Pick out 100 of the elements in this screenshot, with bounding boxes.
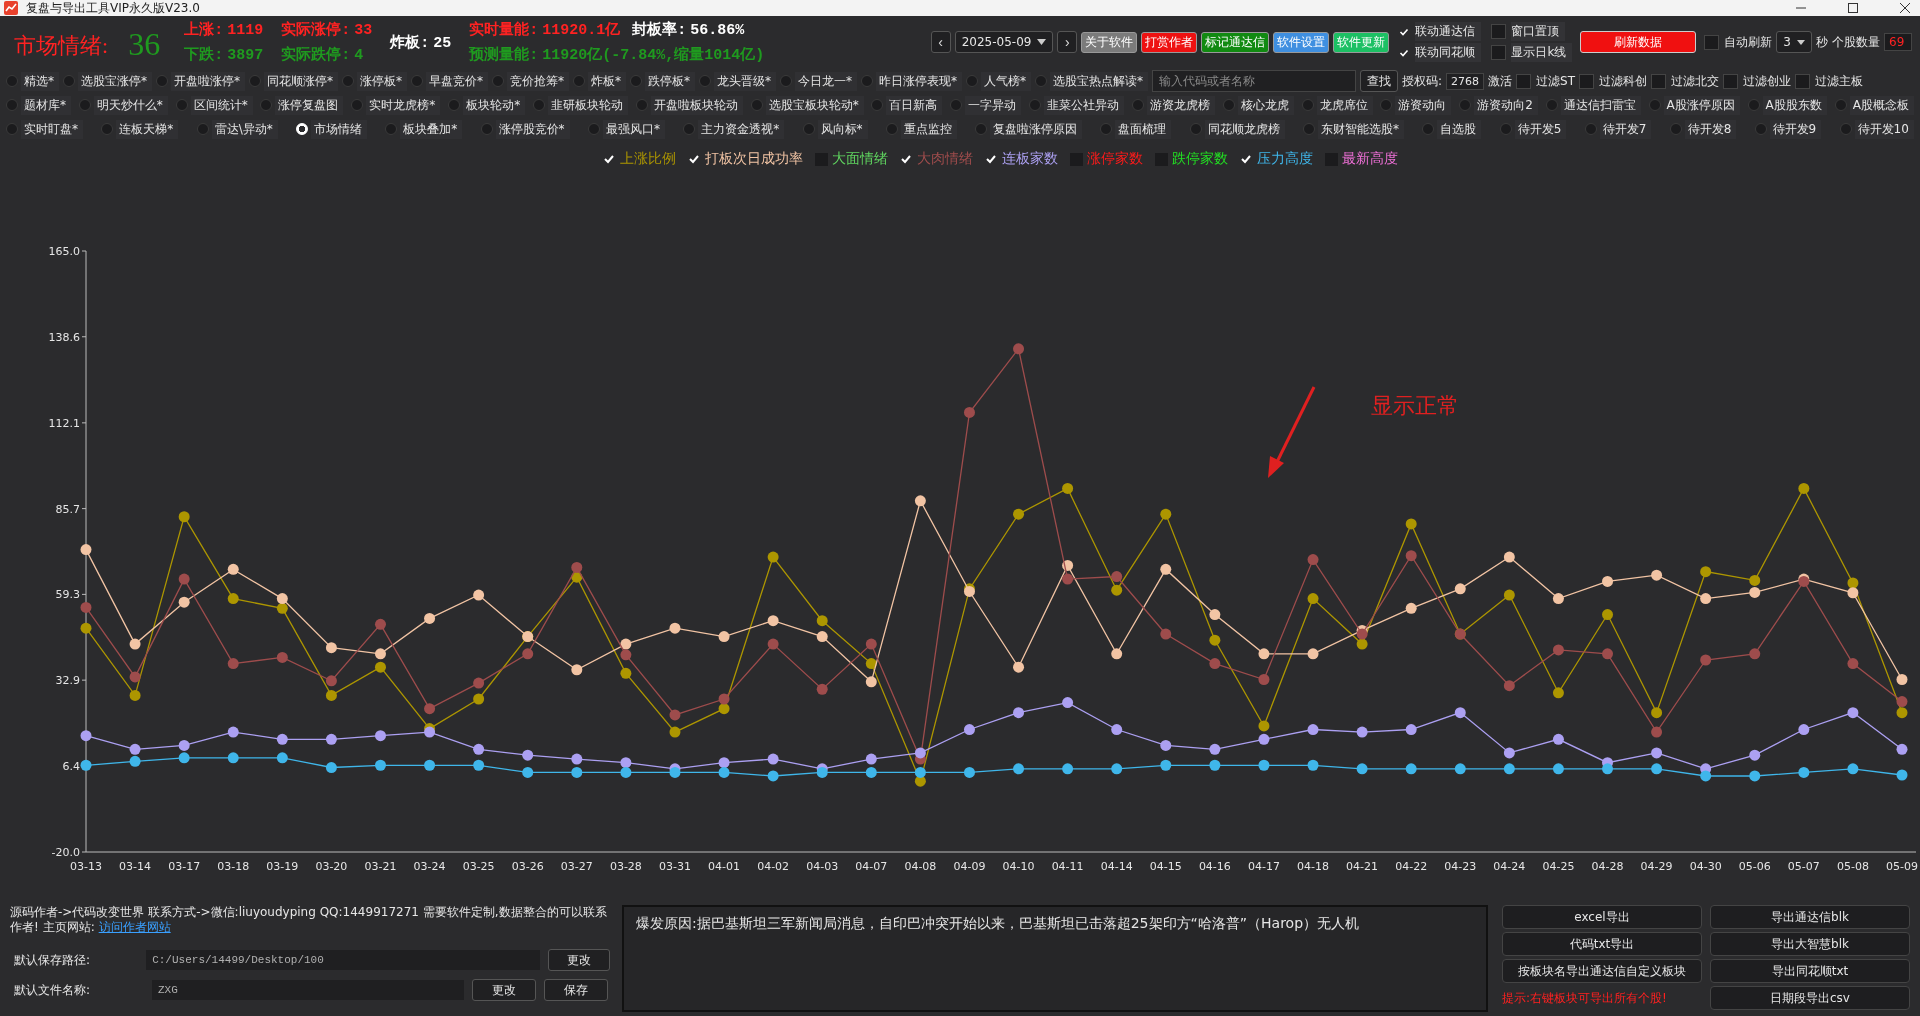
radio-label: 待开发10 bbox=[1854, 119, 1914, 139]
radio-label: 昨日涨停表现* bbox=[876, 71, 962, 91]
stat-label: 封板率: bbox=[632, 22, 687, 39]
axis-label: 59.3 bbox=[55, 588, 80, 602]
radio-label: A股股东数 bbox=[1762, 95, 1827, 115]
stat-label: 实际跌停: bbox=[281, 47, 351, 64]
radio-label: 游资龙虎榜 bbox=[1146, 95, 1215, 115]
radio-label: 开盘啦涨停* bbox=[171, 71, 245, 91]
radio-label: 自选股 bbox=[1437, 119, 1482, 139]
radio-label: 待开发8 bbox=[1684, 119, 1737, 139]
radio-label: 同花顺龙虎榜 bbox=[1204, 119, 1285, 139]
axis-label: 03-28 bbox=[609, 860, 642, 873]
radio-label: 选股宝涨停* bbox=[78, 71, 152, 91]
radio-label: 待开发5 bbox=[1514, 119, 1567, 139]
axis-label: 32.9 bbox=[55, 674, 80, 688]
axis-label: 05-07 bbox=[1787, 860, 1820, 873]
radio-label: 跌停板* bbox=[645, 71, 695, 91]
radio-label: 选股宝板块轮动* bbox=[765, 95, 864, 115]
radio-label: 核心龙虎 bbox=[1237, 95, 1294, 115]
radio-label: A股涨停原因 bbox=[1663, 95, 1740, 115]
radio-label: 早盘竞价* bbox=[426, 71, 488, 91]
radio-label: 盘面梳理 bbox=[1115, 119, 1172, 139]
axis-label: 04-02 bbox=[757, 860, 790, 873]
radio-label: 开盘啦板块轮动 bbox=[650, 95, 743, 115]
radio-label: 同花顺涨停* bbox=[264, 71, 338, 91]
axis-label: 03-17 bbox=[168, 860, 201, 873]
stat-label: 上涨: bbox=[184, 22, 224, 39]
axis-label: 04-22 bbox=[1395, 860, 1428, 873]
checkbox-label: 过滤主板 bbox=[1815, 72, 1863, 90]
radio-label: 龙头晋级* bbox=[714, 71, 776, 91]
radio-label: 游资动向2 bbox=[1474, 95, 1538, 115]
radio-label: 实时龙虎榜* bbox=[366, 95, 441, 115]
radio-label: A股概念板 bbox=[1849, 95, 1914, 115]
radio-label: 东财智能选股* bbox=[1318, 119, 1405, 139]
axis-label: 05-08 bbox=[1836, 860, 1869, 873]
axis-label: 04-10 bbox=[1002, 860, 1035, 873]
stat-value: 1119 bbox=[227, 22, 264, 39]
radio-label: 重点监控 bbox=[900, 119, 957, 139]
axis-label: 04-28 bbox=[1591, 860, 1624, 873]
window-title: 复盘与导出工具VIP永久版V23.0 bbox=[26, 0, 200, 16]
checkbox-label: 显示日k线 bbox=[1511, 43, 1573, 62]
axis-label: 04-14 bbox=[1100, 860, 1133, 873]
radio-label: 炸板* bbox=[588, 71, 626, 91]
legend-label: 跌停家数 bbox=[1171, 150, 1228, 168]
axis-label: 04-11 bbox=[1051, 860, 1084, 873]
mood-label: 市场情绪: bbox=[14, 32, 109, 60]
news-text: 爆发原因:据巴基斯坦三军新闻局消息，自印巴冲突开始以来，巴基斯坦已击落超25架印方“哈洛普”（Harop）无人机 bbox=[636, 915, 1360, 931]
stat-label: 实际涨停: bbox=[281, 22, 351, 39]
axis-label: 03-13 bbox=[70, 860, 102, 873]
legend-label: 大面情绪 bbox=[831, 150, 888, 168]
legend-label: 涨停家数 bbox=[1086, 150, 1143, 168]
radio-label: 待开发7 bbox=[1599, 119, 1652, 139]
radio-label: 游资动向 bbox=[1395, 95, 1452, 115]
radio-label: 待开发9 bbox=[1769, 119, 1822, 139]
axis-label: 05-06 bbox=[1738, 860, 1771, 873]
radio-label: 连板天梯* bbox=[116, 119, 179, 139]
stat-value: 33 bbox=[354, 22, 373, 39]
stat-label: 预测量能: bbox=[469, 47, 539, 64]
radio-label: 最强风口* bbox=[602, 119, 665, 139]
radio-label: 一字异动 bbox=[965, 95, 1022, 115]
checkbox-label: 过滤科创 bbox=[1599, 72, 1647, 90]
radio-label: 选股宝热点解读* bbox=[1050, 71, 1148, 91]
axis-label: 04-21 bbox=[1346, 860, 1379, 873]
radio-label: 通达信扫雷宝 bbox=[1560, 95, 1641, 115]
axis-label: -20.0 bbox=[51, 846, 80, 859]
axis-label: 04-23 bbox=[1444, 860, 1477, 873]
radio-label: 今日龙一* bbox=[795, 71, 857, 91]
stat-value: 3897 bbox=[227, 47, 264, 64]
auth-label: 授权码: bbox=[1402, 72, 1443, 90]
axis-label: 112.1 bbox=[48, 416, 80, 430]
radio-label: 涨停股竞价* bbox=[495, 119, 570, 139]
axis-label: 165.0 bbox=[48, 245, 80, 258]
radio-label: 复盘啦涨停原因 bbox=[990, 119, 1083, 139]
radio-label: 精选* bbox=[21, 71, 59, 91]
checkbox-label: 联动同花顺 bbox=[1415, 43, 1482, 62]
stat-value: 25 bbox=[433, 34, 452, 52]
stat-value: 4 bbox=[354, 47, 364, 64]
axis-label: 04-01 bbox=[708, 860, 741, 873]
axis-label: 04-30 bbox=[1689, 860, 1722, 873]
stat-label: 炸板: bbox=[390, 34, 430, 52]
mood-value: 36 bbox=[128, 25, 162, 63]
legend-label: 打板次日成功率 bbox=[704, 150, 803, 168]
radio-label: 明天炒什么* bbox=[93, 95, 168, 115]
axis-label: 04-08 bbox=[904, 860, 937, 873]
axis-label: 04-25 bbox=[1542, 860, 1575, 873]
axis-label: 03-26 bbox=[511, 860, 544, 873]
axis-label: 04-16 bbox=[1198, 860, 1231, 873]
legend-label: 压力高度 bbox=[1256, 150, 1313, 168]
annotation-text: 显示正常 bbox=[1371, 393, 1459, 418]
hint-text: 提示:右键板块可导出所有个股! bbox=[1502, 989, 1668, 1007]
axis-label: 03-20 bbox=[315, 860, 348, 873]
axis-label: 03-25 bbox=[462, 860, 495, 873]
axis-label: 05-09 bbox=[1886, 860, 1918, 873]
radio-label: 人气榜* bbox=[981, 71, 1031, 91]
radio-label: 龙虎席位 bbox=[1316, 95, 1373, 115]
axis-label: 04-03 bbox=[806, 860, 839, 873]
axis-label: 03-14 bbox=[119, 860, 152, 873]
axis-label: 03-18 bbox=[217, 860, 250, 873]
legend-label: 上涨比例 bbox=[619, 150, 676, 168]
checkbox-label: 过滤北交 bbox=[1671, 72, 1719, 90]
